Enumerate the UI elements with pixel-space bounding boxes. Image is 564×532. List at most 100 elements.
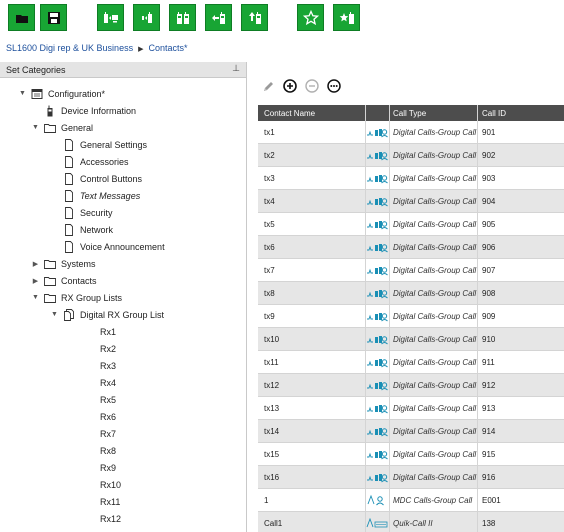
- table-row[interactable]: tx7 Digital Calls-Group Call 907: [258, 259, 564, 282]
- contact-name-cell[interactable]: tx1: [264, 128, 275, 137]
- contact-name-cell[interactable]: tx11: [264, 358, 279, 367]
- tree-item-systems[interactable]: ▶ Systems: [31, 255, 96, 272]
- tree-item-rx4[interactable]: Rx4: [70, 374, 116, 391]
- call-type-cell[interactable]: Digital Calls-Group Call: [393, 243, 476, 252]
- collapse-right-icon[interactable]: ▶: [31, 260, 40, 268]
- edit-pencil-icon[interactable]: [262, 80, 275, 93]
- call-id-cell[interactable]: 912: [482, 381, 495, 390]
- call-type-cell[interactable]: Digital Calls-Group Call: [393, 266, 476, 275]
- call-type-cell[interactable]: Digital Calls-Group Call: [393, 174, 476, 183]
- call-id-cell[interactable]: 915: [482, 450, 495, 459]
- table-row[interactable]: tx4 Digital Calls-Group Call 904: [258, 190, 564, 213]
- contact-name-cell[interactable]: 1: [264, 496, 268, 505]
- table-row[interactable]: tx9 Digital Calls-Group Call 909: [258, 305, 564, 328]
- pin-icon[interactable]: ⊥: [232, 63, 240, 74]
- call-type-cell[interactable]: Digital Calls-Group Call: [393, 335, 476, 344]
- table-row[interactable]: tx2 Digital Calls-Group Call 902: [258, 144, 564, 167]
- table-row[interactable]: tx8 Digital Calls-Group Call 908: [258, 282, 564, 305]
- contact-name-cell[interactable]: tx14: [264, 427, 279, 436]
- call-id-cell[interactable]: 908: [482, 289, 495, 298]
- table-row[interactable]: tx11 Digital Calls-Group Call 911: [258, 351, 564, 374]
- tree-item-configuration[interactable]: ▼ Configuration*: [18, 85, 105, 102]
- contact-name-cell[interactable]: tx10: [264, 335, 279, 344]
- contact-name-cell[interactable]: tx4: [264, 197, 275, 206]
- expand-down-icon[interactable]: ▼: [50, 311, 59, 318]
- tree-item-rx2[interactable]: Rx2: [70, 340, 116, 357]
- column-header-contact-name[interactable]: Contact Name: [264, 109, 315, 118]
- contact-name-cell[interactable]: tx12: [264, 381, 279, 390]
- call-id-cell[interactable]: 904: [482, 197, 495, 206]
- tree-item-rx-group-lists[interactable]: ▼ RX Group Lists: [31, 289, 122, 306]
- call-type-cell[interactable]: Digital Calls-Group Call: [393, 220, 476, 229]
- call-id-cell[interactable]: 914: [482, 427, 495, 436]
- call-type-cell[interactable]: Quik-Call II: [393, 519, 433, 528]
- tree-item-general[interactable]: ▼ General: [31, 119, 93, 136]
- contact-name-cell[interactable]: tx2: [264, 151, 275, 160]
- tree-item-rx6[interactable]: Rx6: [70, 408, 116, 425]
- call-type-cell[interactable]: Digital Calls-Group Call: [393, 128, 476, 137]
- breadcrumb-root[interactable]: SL1600 Digi rep & UK Business: [6, 43, 133, 53]
- tree-item-security[interactable]: Security: [50, 204, 113, 221]
- contact-name-cell[interactable]: tx7: [264, 266, 275, 275]
- contact-name-cell[interactable]: tx3: [264, 174, 275, 183]
- tree-item-digital-rx-group-list[interactable]: ▼ Digital RX Group List: [50, 306, 164, 323]
- add-favorite-button[interactable]: [333, 4, 360, 31]
- call-id-cell[interactable]: 910: [482, 335, 495, 344]
- call-id-cell[interactable]: 913: [482, 404, 495, 413]
- table-row[interactable]: Call1 Quik-Call II 138: [258, 512, 564, 532]
- call-type-cell[interactable]: Digital Calls-Group Call: [393, 289, 476, 298]
- radio-radio-button[interactable]: [169, 4, 196, 31]
- table-row[interactable]: tx12 Digital Calls-Group Call 912: [258, 374, 564, 397]
- upgrade-button[interactable]: [241, 4, 268, 31]
- save-button[interactable]: [40, 4, 67, 31]
- call-type-cell[interactable]: Digital Calls-Group Call: [393, 197, 476, 206]
- tree-item-rx8[interactable]: Rx8: [70, 442, 116, 459]
- contact-name-cell[interactable]: Call1: [264, 519, 282, 528]
- collapse-right-icon[interactable]: ▶: [31, 277, 40, 285]
- contact-name-cell[interactable]: tx9: [264, 312, 275, 321]
- call-id-cell[interactable]: 905: [482, 220, 495, 229]
- contact-name-cell[interactable]: tx15: [264, 450, 279, 459]
- breadcrumb-current[interactable]: Contacts*: [148, 43, 187, 53]
- call-id-cell[interactable]: 138: [482, 519, 495, 528]
- table-row[interactable]: tx10 Digital Calls-Group Call 910: [258, 328, 564, 351]
- call-id-cell[interactable]: 906: [482, 243, 495, 252]
- contact-name-cell[interactable]: tx13: [264, 404, 279, 413]
- call-id-cell[interactable]: 907: [482, 266, 495, 275]
- call-type-cell[interactable]: MDC Calls-Group Call: [393, 496, 472, 505]
- contact-name-cell[interactable]: tx8: [264, 289, 275, 298]
- call-id-cell[interactable]: 901: [482, 128, 495, 137]
- column-header-call-id[interactable]: Call ID: [482, 109, 506, 118]
- tree-item-general-settings[interactable]: General Settings: [50, 136, 147, 153]
- call-type-cell[interactable]: Digital Calls-Group Call: [393, 151, 476, 160]
- table-row[interactable]: tx5 Digital Calls-Group Call 905: [258, 213, 564, 236]
- call-type-cell[interactable]: Digital Calls-Group Call: [393, 358, 476, 367]
- table-row[interactable]: tx15 Digital Calls-Group Call 915: [258, 443, 564, 466]
- tree-item-rx12[interactable]: Rx12: [70, 510, 121, 527]
- tree-item-rx13[interactable]: Rx13: [70, 527, 121, 532]
- column-header-call-type[interactable]: Call Type: [393, 109, 426, 118]
- call-id-cell[interactable]: 903: [482, 174, 495, 183]
- tree-item-text-messages[interactable]: Text Messages: [50, 187, 140, 204]
- add-row-icon[interactable]: [283, 79, 297, 93]
- expand-down-icon[interactable]: ▼: [18, 90, 27, 97]
- pc-to-radio-button[interactable]: [133, 4, 160, 31]
- radio-transfer-button[interactable]: [205, 4, 232, 31]
- favorite-button[interactable]: [297, 4, 324, 31]
- tree-item-rx5[interactable]: Rx5: [70, 391, 116, 408]
- call-type-cell[interactable]: Digital Calls-Group Call: [393, 450, 476, 459]
- contact-name-cell[interactable]: tx6: [264, 243, 275, 252]
- call-id-cell[interactable]: 909: [482, 312, 495, 321]
- call-id-cell[interactable]: 916: [482, 473, 495, 482]
- table-row[interactable]: tx16 Digital Calls-Group Call 916: [258, 466, 564, 489]
- table-row[interactable]: tx14 Digital Calls-Group Call 914: [258, 420, 564, 443]
- remove-row-icon[interactable]: [305, 79, 319, 93]
- call-type-cell[interactable]: Digital Calls-Group Call: [393, 381, 476, 390]
- tree-item-rx10[interactable]: Rx10: [70, 476, 121, 493]
- call-type-cell[interactable]: Digital Calls-Group Call: [393, 312, 476, 321]
- tree-item-rx9[interactable]: Rx9: [70, 459, 116, 476]
- table-row[interactable]: tx1 Digital Calls-Group Call 901: [258, 121, 564, 144]
- table-row[interactable]: tx13 Digital Calls-Group Call 913: [258, 397, 564, 420]
- table-row[interactable]: tx6 Digital Calls-Group Call 906: [258, 236, 564, 259]
- tree-item-accessories[interactable]: Accessories: [50, 153, 129, 170]
